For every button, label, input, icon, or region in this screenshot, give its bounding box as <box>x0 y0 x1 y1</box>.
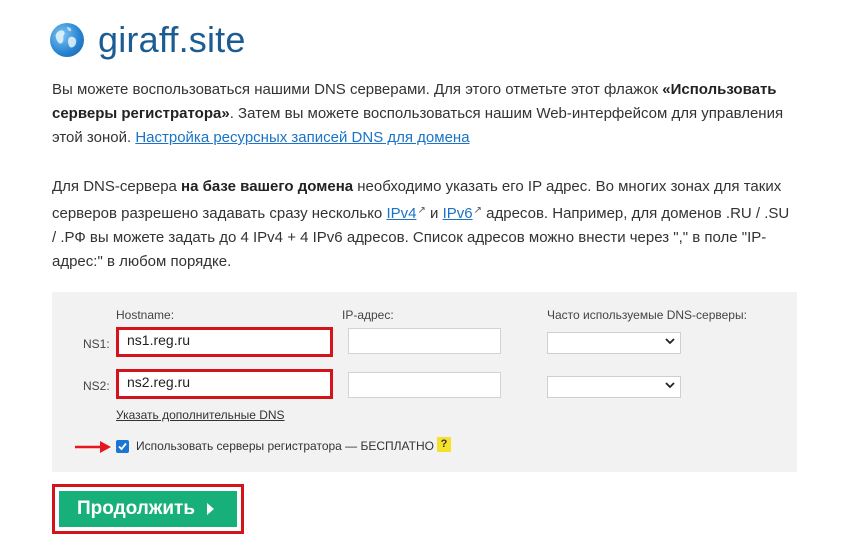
own-dns-paragraph: Для DNS-сервера на базе вашего домена не… <box>52 175 792 274</box>
ns1-label: NS1: <box>83 337 110 351</box>
use-registrar-dns-checkbox[interactable] <box>116 440 129 453</box>
ns2-dns-select[interactable] <box>547 376 681 398</box>
ns1-hostname-input[interactable]: ns1.reg.ru <box>116 327 333 357</box>
hostname-column-label: Hostname: <box>116 308 175 322</box>
help-icon[interactable]: ? <box>437 437 451 452</box>
play-arrow-icon <box>207 503 215 515</box>
ns1-dns-select[interactable] <box>547 332 681 354</box>
ip-column-label: IP-адрес: <box>342 308 394 322</box>
add-more-dns-link[interactable]: Указать дополнительные DNS <box>116 408 285 422</box>
continue-button-label: Продолжить <box>77 498 196 519</box>
dns-column-label: Часто используемые DNS-серверы: <box>547 308 747 322</box>
site-header: giraff.site <box>50 20 246 60</box>
continue-button[interactable]: Продолжить <box>59 491 237 527</box>
paragraph-text: Вы можете воспользоваться нашими DNS сер… <box>52 81 663 98</box>
globe-icon <box>50 23 84 57</box>
continue-button-frame: Продолжить <box>52 484 244 534</box>
paragraph-bold: на базе вашего домена <box>181 178 354 195</box>
external-link-icon: ↗ <box>417 205 426 216</box>
use-registrar-dns-label[interactable]: Использовать серверы регистратора — БЕСП… <box>136 439 434 453</box>
chevron-down-icon <box>665 382 675 389</box>
dns-records-link[interactable]: Настройка ресурсных записей DNS для доме… <box>135 129 469 146</box>
ns2-hostname-input[interactable]: ns2.reg.ru <box>116 369 333 399</box>
red-arrow-icon <box>75 441 111 453</box>
dns-info-paragraph: Вы можете воспользоваться нашими DNS сер… <box>52 78 792 150</box>
paragraph-text: Для DNS-сервера <box>52 178 182 195</box>
chevron-down-icon <box>665 338 675 345</box>
external-link-icon: ↗ <box>473 205 482 216</box>
dns-form-panel: Hostname: IP-адрес: Часто используемые D… <box>52 292 797 472</box>
site-title: giraff.site <box>98 19 246 60</box>
check-icon <box>118 442 127 451</box>
ns2-label: NS2: <box>83 379 110 393</box>
ipv4-link[interactable]: IPv4 <box>386 205 416 222</box>
paragraph-text: и <box>425 205 443 222</box>
ns1-ip-input[interactable] <box>348 328 501 354</box>
ipv6-link[interactable]: IPv6 <box>443 205 473 222</box>
ns2-ip-input[interactable] <box>348 372 501 398</box>
